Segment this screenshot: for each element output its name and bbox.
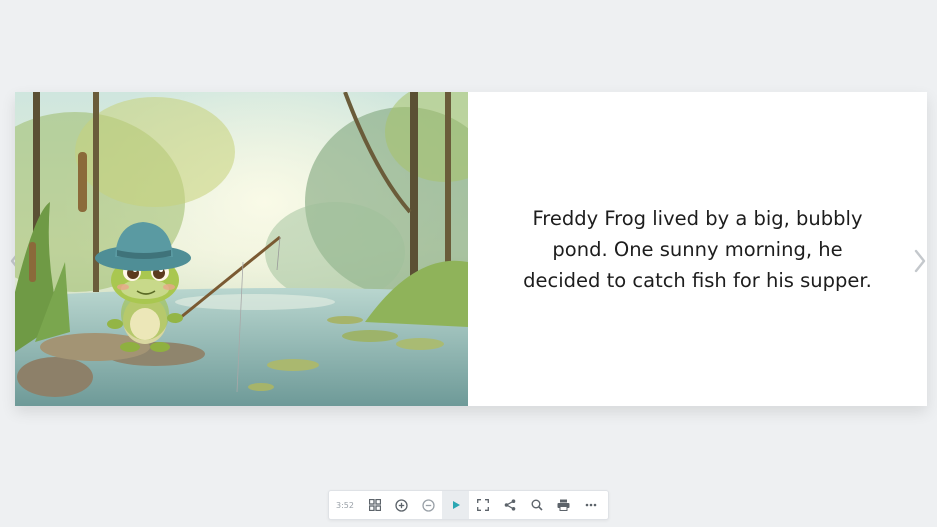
story-illustration	[15, 92, 468, 406]
play-icon	[452, 501, 460, 509]
autoplay-button[interactable]	[442, 491, 469, 519]
chevron-right-icon	[914, 249, 926, 273]
more-icon	[585, 503, 596, 507]
print-icon	[557, 499, 570, 511]
grid-icon	[368, 499, 381, 511]
fullscreen-icon	[476, 499, 489, 511]
print-button[interactable]	[550, 491, 577, 519]
more-button[interactable]	[577, 491, 604, 519]
search-icon	[531, 499, 543, 511]
fullscreen-button[interactable]	[469, 491, 496, 519]
search-button[interactable]	[523, 491, 550, 519]
flipbook-spread: Freddy Frog lived by a big, bubbly pond.…	[15, 92, 927, 406]
zoom-in-button[interactable]	[388, 491, 415, 519]
zoom-out-button[interactable]	[415, 491, 442, 519]
story-text: Freddy Frog lived by a big, bubbly pond.…	[523, 206, 872, 292]
page-indicator[interactable]: 3:52	[329, 491, 361, 519]
thumbnails-button[interactable]	[361, 491, 388, 519]
share-button[interactable]	[496, 491, 523, 519]
next-page-button[interactable]	[909, 248, 931, 274]
viewer-toolbar: 3:52	[328, 490, 609, 520]
zoom-out-icon	[422, 498, 435, 512]
left-page[interactable]	[15, 92, 468, 406]
zoom-in-icon	[395, 498, 408, 512]
right-page[interactable]: Freddy Frog lived by a big, bubbly pond.…	[468, 92, 927, 406]
share-icon	[504, 499, 515, 511]
